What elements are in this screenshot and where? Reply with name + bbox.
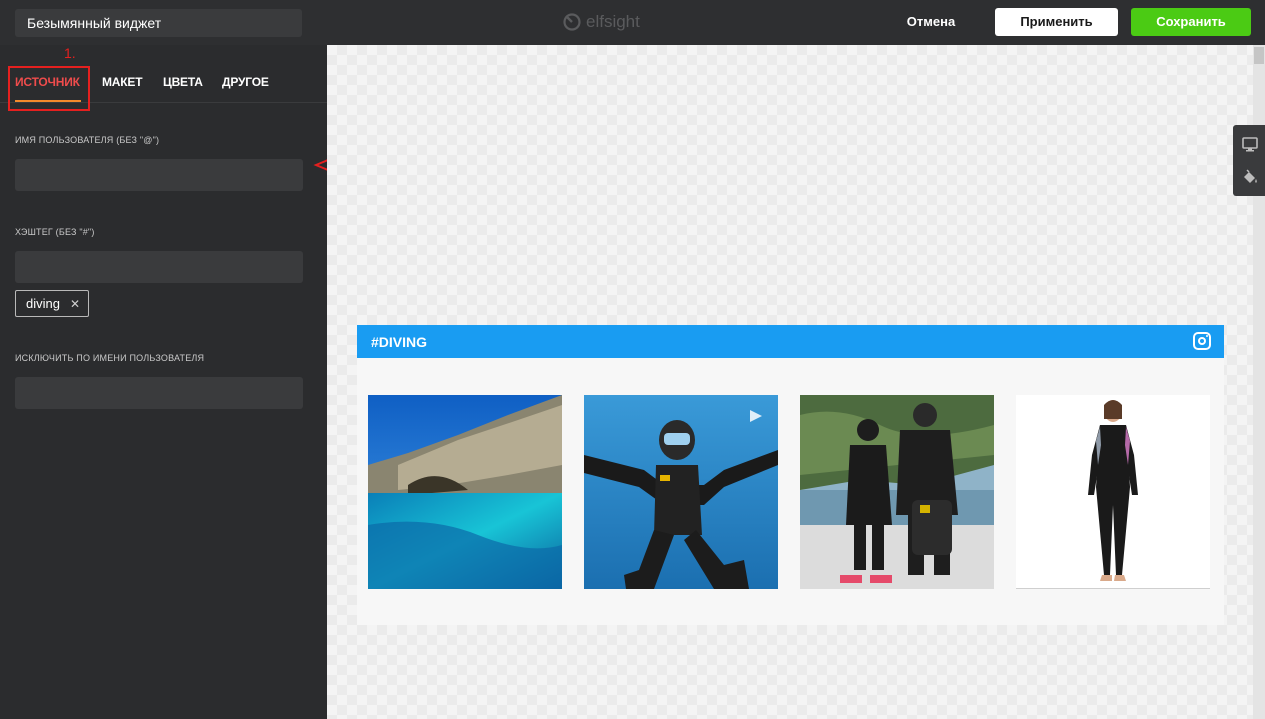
top-bar: Безымянный виджет elfsight Отмена Примен… — [0, 0, 1265, 45]
tab-other[interactable]: ДРУГОЕ — [222, 75, 269, 89]
cancel-button[interactable]: Отмена — [898, 8, 964, 36]
monitor-icon[interactable] — [1241, 135, 1259, 153]
feed-photo[interactable] — [368, 395, 562, 589]
preview-scrollbar-thumb[interactable] — [1254, 47, 1264, 64]
feed-photo[interactable] — [1016, 395, 1210, 589]
exclude-username-label: ИСКЛЮЧИТЬ ПО ИМЕНИ ПОЛЬЗОВАТЕЛЯ — [15, 353, 205, 363]
preview-tools — [1233, 125, 1265, 196]
save-button[interactable]: Сохранить — [1131, 8, 1251, 36]
settings-sidebar: ИСТОЧНИК МАКЕТ ЦВЕТА ДРУГОЕ 1. ИМЯ ПОЛЬЗ… — [0, 45, 327, 719]
feed-header: #DIVING — [357, 325, 1224, 358]
tab-colors[interactable]: ЦВЕТА — [163, 75, 203, 89]
hashtag-input[interactable] — [15, 251, 303, 283]
elfsight-logo: elfsight — [562, 11, 640, 33]
diver-photo-icon — [584, 395, 778, 589]
apply-button[interactable]: Применить — [995, 8, 1118, 36]
username-input[interactable] — [15, 159, 303, 191]
divers-boat-photo-icon — [800, 395, 994, 589]
sea-cliff-photo-icon — [368, 395, 562, 589]
hashtag-label: ХЭШТЕГ (БЕЗ "#") — [15, 227, 95, 237]
instagram-icon[interactable] — [1193, 332, 1211, 350]
paint-bucket-icon[interactable] — [1241, 168, 1259, 186]
hashtag-chip-label: diving — [26, 296, 60, 311]
feed-title: #DIVING — [371, 334, 428, 350]
logo-text: elfsight — [586, 12, 640, 31]
wetsuit-model-photo-icon — [1016, 395, 1210, 588]
tab-layout[interactable]: МАКЕТ — [102, 75, 143, 89]
hashtag-chip: diving ✕ — [15, 290, 89, 317]
annotation-highlight-box — [8, 66, 90, 111]
username-label: ИМЯ ПОЛЬЗОВАТЕЛЯ (БЕЗ "@") — [15, 135, 160, 145]
feed-photo[interactable] — [800, 395, 994, 589]
exclude-username-input[interactable] — [15, 377, 303, 409]
widget-name-input[interactable]: Безымянный виджет — [15, 9, 302, 37]
annotation-step-1: 1. — [64, 45, 76, 61]
remove-chip-icon[interactable]: ✕ — [70, 297, 80, 311]
instagram-feed-widget: #DIVING — [357, 325, 1224, 625]
feed-photo[interactable] — [584, 395, 778, 589]
elfsight-logo-icon — [563, 13, 581, 31]
